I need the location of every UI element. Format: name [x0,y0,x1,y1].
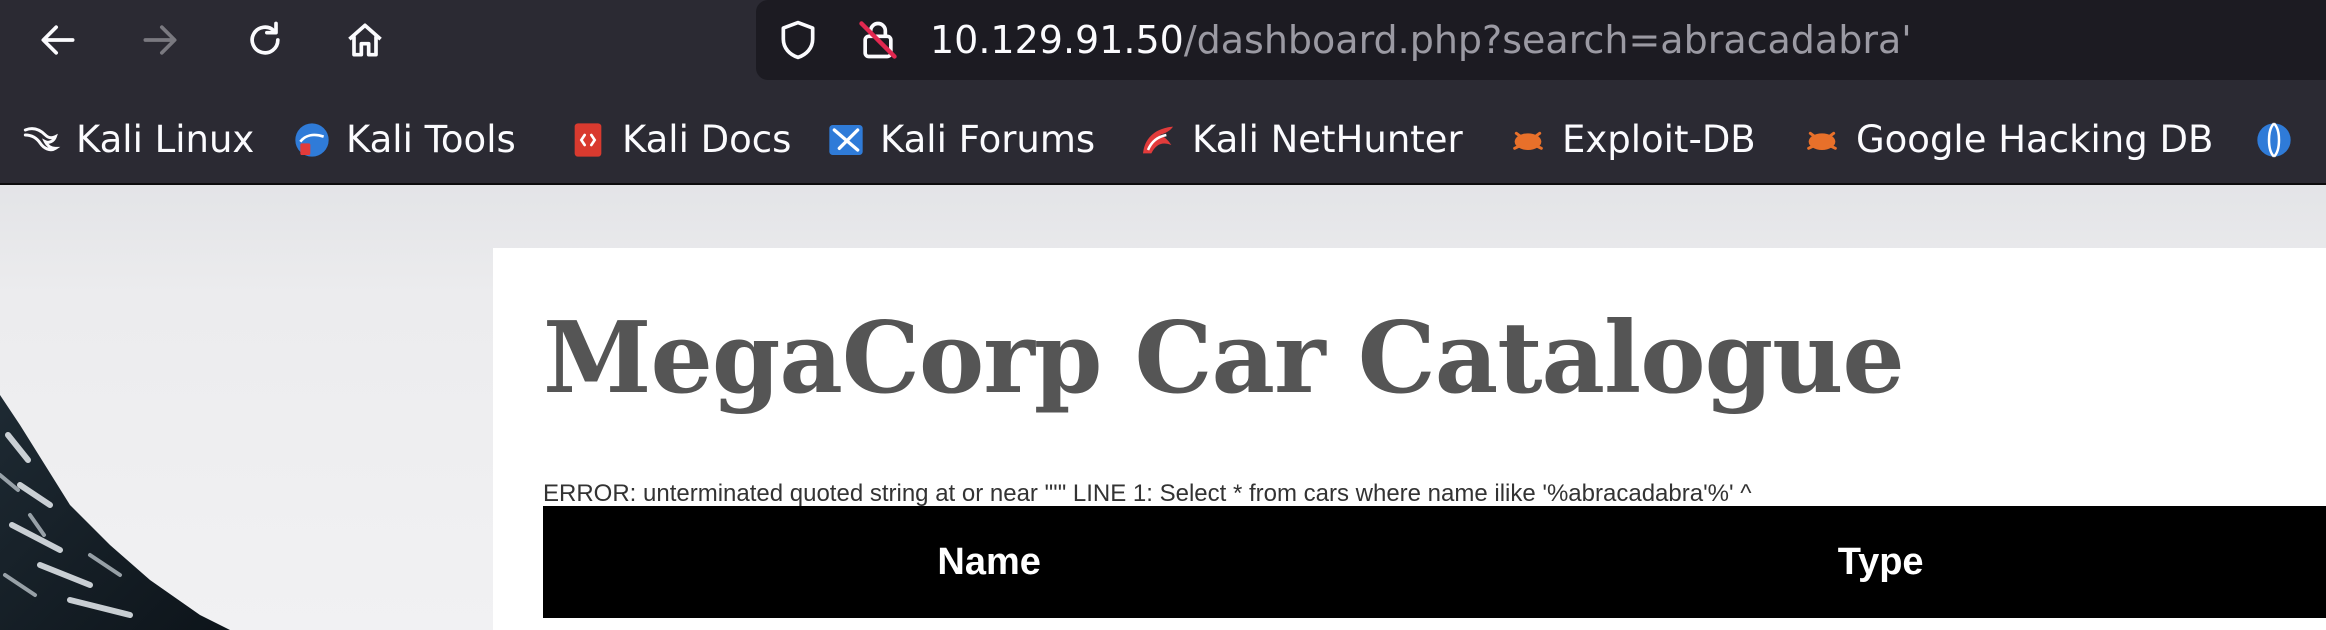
arrow-left-icon [41,25,75,55]
table-header-row: Name Type [543,506,2326,618]
bookmark-kali-forums[interactable]: Kali Forums [826,110,1095,170]
globe-icon [2257,122,2291,158]
bookmark-kali-linux[interactable]: Kali Linux [22,110,254,170]
bookmark-kali-docs[interactable]: Kali Docs [568,110,791,170]
kali-docs-icon [574,123,602,157]
kali-forums-icon [829,125,863,155]
mountain-background-image [0,395,230,630]
bookmark-exploit-db[interactable]: Exploit-DB [1508,110,1756,170]
url-path: /dashboard.php?search=abracadabra' [1183,18,1912,62]
forward-button[interactable] [130,10,190,70]
reload-icon [250,21,280,55]
arrow-right-icon [143,25,177,55]
ghdb-icon [1807,131,1837,150]
nethunter-icon [1143,126,1173,154]
home-button[interactable] [335,10,395,70]
shield-icon[interactable] [776,18,820,62]
url-host: 10.129.91.50 [930,18,1184,62]
content-panel: MegaCorp Car Catalogue ERROR: unterminat… [493,248,2326,630]
bookmark-kali-tools[interactable]: Kali Tools [292,110,516,170]
bookmarks-bar: Kali Linux Kali Tools Kali Docs Kali For… [0,110,2326,170]
url-text[interactable]: 10.129.91.50/dashboard.php?search=abraca… [930,18,1912,62]
kali-dragon-icon [23,127,61,152]
page-viewport: MegaCorp Car Catalogue ERROR: unterminat… [0,185,2326,630]
home-icon [348,23,382,57]
back-button[interactable] [28,10,88,70]
insecure-lock-icon[interactable] [856,18,900,62]
kali-tools-icon [295,123,329,157]
exploit-db-icon [1513,131,1543,150]
bookmark-google-hacking-db[interactable]: Google Hacking DB [1802,110,2213,170]
column-header-name: Name [937,540,1041,583]
page-title: MegaCorp Car Catalogue [543,301,1905,416]
results-table: Name Type [543,506,2326,618]
column-header-type: Type [1837,540,1924,583]
reload-button[interactable] [235,10,295,70]
bookmark-kali-nethunter[interactable]: Kali NetHunter [1138,110,1463,170]
browser-toolbar: 10.129.91.50/dashboard.php?search=abraca… [0,0,2326,80]
bookmark-truncated[interactable] [2254,110,2308,170]
sql-error-message: ERROR: unterminated quoted string at or … [543,480,1752,507]
